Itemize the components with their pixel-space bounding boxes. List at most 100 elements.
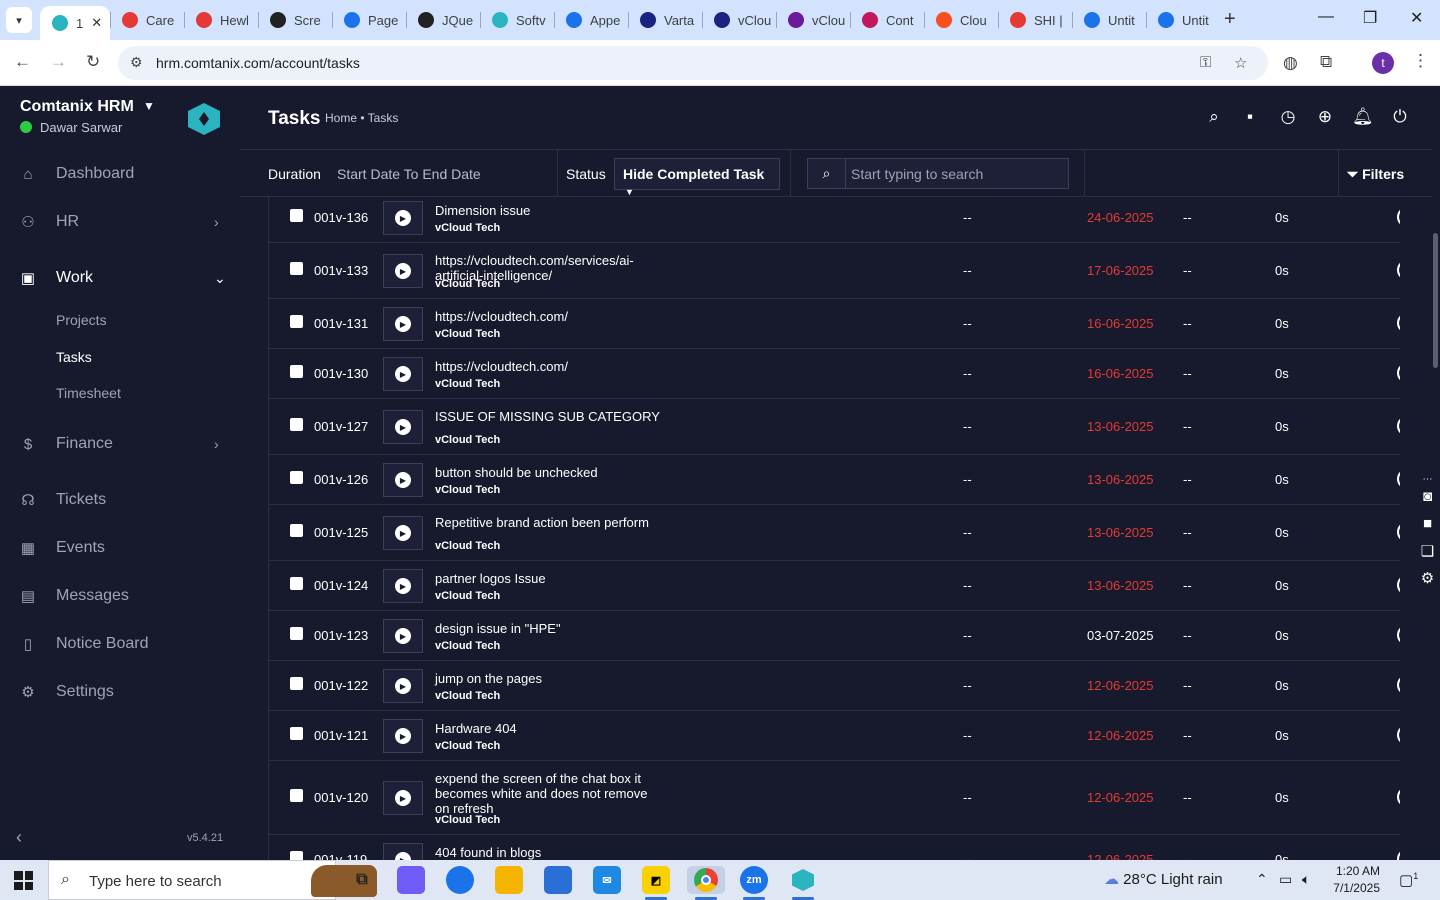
sidebar-item-hr[interactable]: ⚇ HR › — [0, 202, 240, 242]
row-checkbox[interactable] — [290, 262, 303, 275]
row-action-toggle[interactable] — [1397, 675, 1400, 695]
task-name[interactable]: jump on the pages — [435, 671, 660, 686]
profile-avatar[interactable]: t — [1372, 52, 1394, 74]
row-checkbox[interactable] — [290, 524, 303, 537]
browser-tab[interactable]: Clou — [924, 0, 998, 40]
row-checkbox[interactable] — [290, 365, 303, 378]
task-name[interactable]: ISSUE OF MISSING SUB CATEGORY — [435, 409, 660, 424]
task-project[interactable]: vCloud Tech — [435, 328, 500, 340]
task-name[interactable]: design issue in "HPE" — [435, 621, 660, 636]
volume-icon[interactable]: 🔈︎ — [1302, 871, 1310, 888]
browser-tab[interactable]: Untit — [1146, 0, 1220, 40]
table-row[interactable]: 001v-130 ▶ https://vcloudtech.com/vCloud T… — [269, 349, 1400, 399]
row-action-toggle[interactable] — [1397, 260, 1400, 280]
task-project[interactable]: vCloud Tech — [435, 434, 500, 446]
start-timer-button[interactable]: ▶ — [383, 307, 423, 341]
site-info-icon[interactable]: ⚙ — [130, 54, 143, 71]
task-view-icon[interactable]: ⧉ — [348, 866, 376, 894]
search-input[interactable] — [846, 159, 1068, 188]
start-timer-button[interactable]: ▶ — [383, 781, 423, 815]
browser-tab[interactable]: Hewl — [184, 0, 258, 40]
table-row[interactable]: 001v-123 ▶ design issue in "HPE" vCloud Tec… — [269, 611, 1400, 661]
row-checkbox[interactable] — [290, 627, 303, 640]
sidebar-item-settings[interactable]: ⚙ Settings — [0, 672, 240, 712]
sidebar-subitem-projects[interactable]: Projects — [56, 312, 107, 328]
row-action-toggle[interactable] — [1397, 725, 1400, 745]
row-checkbox[interactable] — [290, 677, 303, 690]
more-icon[interactable]: ⋯ — [1415, 474, 1440, 488]
task-project[interactable]: vCloud Tech — [435, 278, 500, 290]
start-timer-button[interactable]: ▶ — [383, 410, 423, 444]
row-checkbox[interactable] — [290, 851, 303, 860]
translate-icon[interactable]: ◍ — [1283, 53, 1298, 73]
video-icon[interactable]: ■ — [1415, 515, 1440, 542]
task-project[interactable]: vCloud Tech — [435, 222, 500, 234]
row-checkbox[interactable] — [290, 209, 303, 222]
task-name[interactable]: 404 found in blogs — [435, 845, 660, 860]
file-explorer-icon[interactable] — [495, 866, 523, 894]
new-tab-button[interactable]: + — [1224, 8, 1236, 31]
task-id[interactable]: 001v-130 — [314, 366, 368, 381]
notification-center-icon[interactable]: ▢1 — [1399, 871, 1418, 889]
bell-icon[interactable]: 🔔︎ — [1352, 107, 1374, 127]
clock-time[interactable]: 1:20 AM — [1334, 864, 1380, 878]
task-id[interactable]: 001v-119 — [314, 852, 367, 860]
row-action-toggle[interactable] — [1397, 363, 1400, 383]
date-range-picker[interactable]: Start Date To End Date — [337, 166, 481, 182]
task-id[interactable]: 001v-125 — [314, 525, 368, 540]
browser-tab[interactable]: Appe — [554, 0, 628, 40]
task-id[interactable]: 001v-122 — [314, 678, 368, 693]
browser-tab[interactable]: JQue — [406, 0, 480, 40]
table-row[interactable]: 001v-124 ▶ partner logos Issue vCloud Tech -… — [269, 561, 1400, 611]
task-id[interactable]: 001v-121 — [314, 728, 368, 743]
browser-tab[interactable]: Cont — [850, 0, 924, 40]
browser-tab[interactable]: Varta — [628, 0, 702, 40]
start-timer-button[interactable]: ▶ — [383, 201, 423, 235]
sidebar-item-dashboard[interactable]: ⌂ Dashboard — [0, 154, 240, 194]
row-action-toggle[interactable] — [1397, 469, 1400, 489]
row-checkbox[interactable] — [290, 577, 303, 590]
browser-tab[interactable]: Page — [332, 0, 406, 40]
task-name[interactable]: expend the screen of the chat box it bec… — [435, 771, 660, 816]
status-select[interactable]: Hide Completed Task ▼ — [614, 158, 780, 197]
password-key-icon[interactable]: ⚿ — [1200, 54, 1211, 71]
row-action-toggle[interactable] — [1397, 313, 1400, 333]
gear-icon[interactable]: ⚙ — [1415, 569, 1440, 596]
task-project[interactable]: vCloud Tech — [435, 640, 500, 652]
browser-tab[interactable]: Care — [110, 0, 184, 40]
task-id[interactable]: 001v-127 — [314, 419, 368, 434]
start-timer-button[interactable]: ▶ — [383, 619, 423, 653]
task-name[interactable]: https://vcloudtech.com/ — [435, 309, 660, 324]
start-timer-button[interactable]: ▶ — [383, 254, 423, 288]
row-checkbox[interactable] — [290, 789, 303, 802]
reload-button[interactable]: ↻ — [86, 52, 100, 72]
search-icon[interactable]: ⌕ — [1204, 107, 1224, 127]
breadcrumb[interactable]: Home • Tasks — [325, 111, 398, 125]
table-row[interactable]: 001v-136 ▶ Dimension issue vCloud Tech -- 24-… — [269, 197, 1400, 243]
row-checkbox[interactable] — [290, 315, 303, 328]
task-id[interactable]: 001v-124 — [314, 578, 368, 593]
task-id[interactable]: 001v-133 — [314, 263, 368, 278]
row-action-toggle[interactable] — [1397, 207, 1400, 227]
task-name[interactable]: partner logos Issue — [435, 571, 660, 586]
start-timer-button[interactable]: ▶ — [383, 463, 423, 497]
maximize-button[interactable]: ❐ — [1363, 8, 1377, 28]
browser-tab[interactable]: vClou — [776, 0, 850, 40]
clock-icon[interactable]: ◷ — [1278, 107, 1298, 127]
table-row[interactable]: 001v-131 ▶ https://vcloudtech.com/vCloud T… — [269, 299, 1400, 349]
browser-tab[interactable]: Scre — [258, 0, 332, 40]
network-icon[interactable]: ▭ — [1279, 871, 1292, 888]
task-id[interactable]: 001v-136 — [314, 210, 368, 225]
filters-button[interactable]: ⏷ Filters — [1347, 166, 1404, 183]
browser-tab[interactable]: Untit — [1072, 0, 1146, 40]
zoom-icon[interactable]: zm — [740, 866, 768, 894]
task-project[interactable]: vCloud Tech — [435, 378, 500, 390]
search-icon[interactable]: ⌕ — [808, 159, 846, 188]
sticky-note-icon[interactable]: ▪ — [1240, 107, 1260, 127]
power-icon[interactable]: ⏻ — [1390, 107, 1410, 127]
camera-icon[interactable]: ◙ — [1415, 488, 1440, 515]
bookmark-star-icon[interactable]: ☆ — [1234, 54, 1247, 72]
start-timer-button[interactable]: ▶ — [383, 569, 423, 603]
copilot-icon[interactable] — [397, 866, 425, 894]
collapse-sidebar-icon[interactable]: ‹ — [16, 827, 22, 848]
